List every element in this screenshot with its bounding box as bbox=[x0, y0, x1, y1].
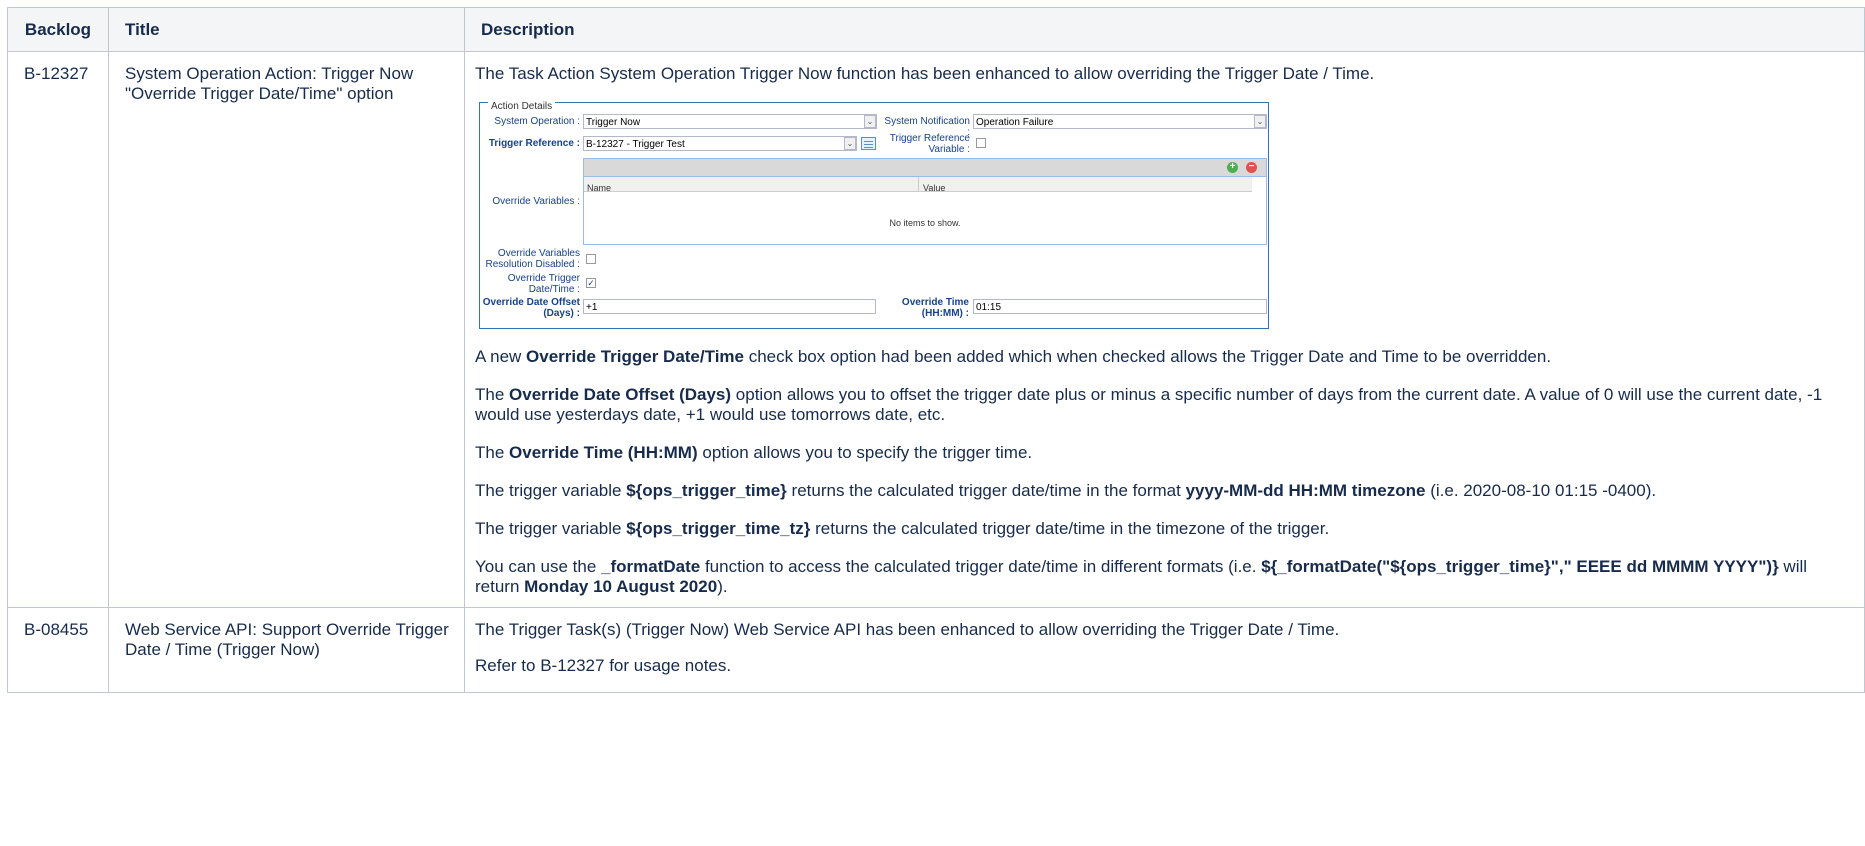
text-run: The trigger variable bbox=[475, 481, 627, 500]
grid-empty-message: No items to show. bbox=[889, 218, 961, 228]
backlog-cell: B-12327 bbox=[7, 51, 109, 608]
override-trigger-datetime-checkbox[interactable]: ✓ bbox=[586, 278, 596, 288]
description-paragraph: The Trigger Task(s) (Trigger Now) Web Se… bbox=[475, 620, 1340, 639]
bold-term: Override Trigger Date/Time bbox=[526, 347, 744, 366]
text-run: The bbox=[475, 385, 510, 404]
text-run: A new bbox=[475, 347, 527, 366]
text-run: option allows you to specify the trigger… bbox=[697, 443, 1033, 462]
override-variables-resolution-checkbox[interactable] bbox=[586, 254, 596, 264]
bold-term: Override Time (HH:MM) bbox=[509, 443, 698, 462]
override-date-offset-label-line2: (Days) : bbox=[543, 308, 580, 319]
text-run: The bbox=[475, 443, 510, 462]
chevron-down-icon[interactable]: ⌄ bbox=[844, 137, 856, 150]
add-row-icon[interactable]: + bbox=[1227, 162, 1238, 173]
grid-toolbar: + − bbox=[584, 159, 1266, 177]
override-date-offset-input[interactable]: +1 bbox=[583, 299, 876, 314]
action-details-screenshot: Action Details System Operation : Trigge… bbox=[479, 97, 1269, 329]
description-cell: The Trigger Task(s) (Trigger Now) Web Se… bbox=[464, 607, 1865, 693]
text-run: function to access the calculated trigge… bbox=[700, 557, 1262, 576]
grid-column-name[interactable]: Name bbox=[587, 178, 611, 198]
override-variables-resolution-label-line1: Override Variables bbox=[497, 248, 580, 259]
header-backlog: Backlog bbox=[7, 7, 109, 52]
override-time-label-line2: (HH:MM) : bbox=[921, 308, 969, 319]
override-time-input[interactable]: 01:15 bbox=[973, 299, 1267, 314]
override-variables-label: Override Variables : bbox=[492, 196, 580, 207]
override-variables-grid: + − Name Value No items to show. bbox=[583, 158, 1267, 245]
bold-term: ${ops_trigger_time_tz} bbox=[626, 519, 811, 538]
override-time-label: Override Time (HH:MM) : bbox=[880, 297, 969, 319]
override-trigger-datetime-label: Override Trigger Date/Time : bbox=[480, 273, 580, 295]
header-description: Description bbox=[464, 7, 1865, 52]
bold-term: ${_formatDate("${ops_trigger_time}"," EE… bbox=[1261, 557, 1779, 576]
title-cell: Web Service API: Support Override Trigge… bbox=[108, 607, 465, 693]
remove-row-icon[interactable]: − bbox=[1246, 162, 1257, 173]
text-run: check box option had been added which wh… bbox=[743, 347, 1552, 366]
trigger-reference-variable-label: Trigger Reference Variable : bbox=[880, 133, 970, 155]
table-header-row: Backlog Title Description bbox=[7, 7, 1865, 52]
override-time-label-line1: Override Time bbox=[901, 297, 969, 308]
override-date-offset-label-line1: Override Date Offset bbox=[482, 297, 580, 308]
bold-term: Override Date Offset (Days) bbox=[509, 385, 732, 404]
bold-term: _formatDate bbox=[601, 557, 701, 576]
trigger-reference-select[interactable]: B-12327 - Trigger Test bbox=[583, 136, 857, 151]
bold-term: Monday 10 August 2020 bbox=[524, 577, 718, 596]
system-operation-label: System Operation : bbox=[494, 116, 580, 127]
description-paragraph: A new Override Trigger Date/Time check b… bbox=[475, 347, 1852, 367]
text-run: returns the calculated trigger date/time… bbox=[786, 481, 1186, 500]
system-operation-select[interactable]: Trigger Now bbox=[583, 114, 877, 129]
trigger-reference-variable-label-line2: Variable : bbox=[928, 144, 970, 155]
override-variables-resolution-label: Override Variables Resolution Disabled : bbox=[480, 248, 581, 270]
table-row: B-08455 Web Service API: Support Overrid… bbox=[7, 607, 1865, 693]
override-variables-resolution-label-line2: Resolution Disabled : bbox=[485, 259, 581, 270]
override-trigger-label-line2: Date/Time : bbox=[528, 284, 580, 295]
system-notification-select[interactable]: Operation Failure bbox=[973, 114, 1267, 129]
release-notes-table: Backlog Title Description B-12327 System… bbox=[7, 7, 1865, 693]
header-title: Title bbox=[108, 7, 465, 52]
release-notes-page: Backlog Title Description B-12327 System… bbox=[0, 0, 1865, 846]
description-paragraph: Refer to B-12327 for usage notes. bbox=[475, 656, 732, 675]
table-row: B-12327 System Operation Action: Trigger… bbox=[7, 51, 1865, 608]
column-separator bbox=[918, 177, 919, 191]
override-date-offset-label: Override Date Offset (Days) : bbox=[480, 297, 580, 319]
description-paragraph: The trigger variable ${ops_trigger_time}… bbox=[475, 481, 1852, 501]
description-paragraph: You can use the _formatDate function to … bbox=[475, 557, 1852, 597]
text-run: The trigger variable bbox=[475, 519, 627, 538]
description-paragraph: The Override Time (HH:MM) option allows … bbox=[475, 443, 1852, 463]
title-cell: System Operation Action: Trigger Now "Ov… bbox=[108, 51, 465, 608]
description-paragraph: The trigger variable ${ops_trigger_time_… bbox=[475, 519, 1852, 539]
grid-header: Name Value bbox=[584, 177, 1252, 193]
trigger-reference-label: Trigger Reference : bbox=[488, 138, 580, 149]
override-trigger-label-line1: Override Trigger bbox=[507, 273, 580, 284]
text-run: (i.e. 2020-08-10 01:15 -0400). bbox=[1425, 481, 1657, 500]
grid-column-value[interactable]: Value bbox=[923, 178, 945, 198]
description-cell: The Task Action System Operation Trigger… bbox=[464, 51, 1865, 608]
chevron-down-icon[interactable]: ⌄ bbox=[864, 115, 876, 128]
trigger-reference-variable-checkbox[interactable] bbox=[976, 138, 986, 148]
description-intro: The Task Action System Operation Trigger… bbox=[475, 64, 1375, 83]
description-paragraph: The Override Date Offset (Days) option a… bbox=[475, 385, 1852, 425]
trigger-reference-variable-label-line1: Trigger Reference bbox=[889, 133, 970, 144]
bold-term: ${ops_trigger_time} bbox=[626, 481, 787, 500]
lookup-details-icon[interactable] bbox=[861, 137, 876, 150]
chevron-down-icon[interactable]: ⌄ bbox=[1254, 115, 1266, 128]
bold-term: yyyy-MM-dd HH:MM timezone bbox=[1185, 481, 1426, 500]
action-details-legend: Action Details bbox=[488, 97, 556, 117]
text-run: ). bbox=[717, 577, 728, 596]
text-run: You can use the bbox=[475, 557, 602, 576]
backlog-cell: B-08455 bbox=[7, 607, 109, 693]
text-run: returns the calculated trigger date/time… bbox=[810, 519, 1330, 538]
